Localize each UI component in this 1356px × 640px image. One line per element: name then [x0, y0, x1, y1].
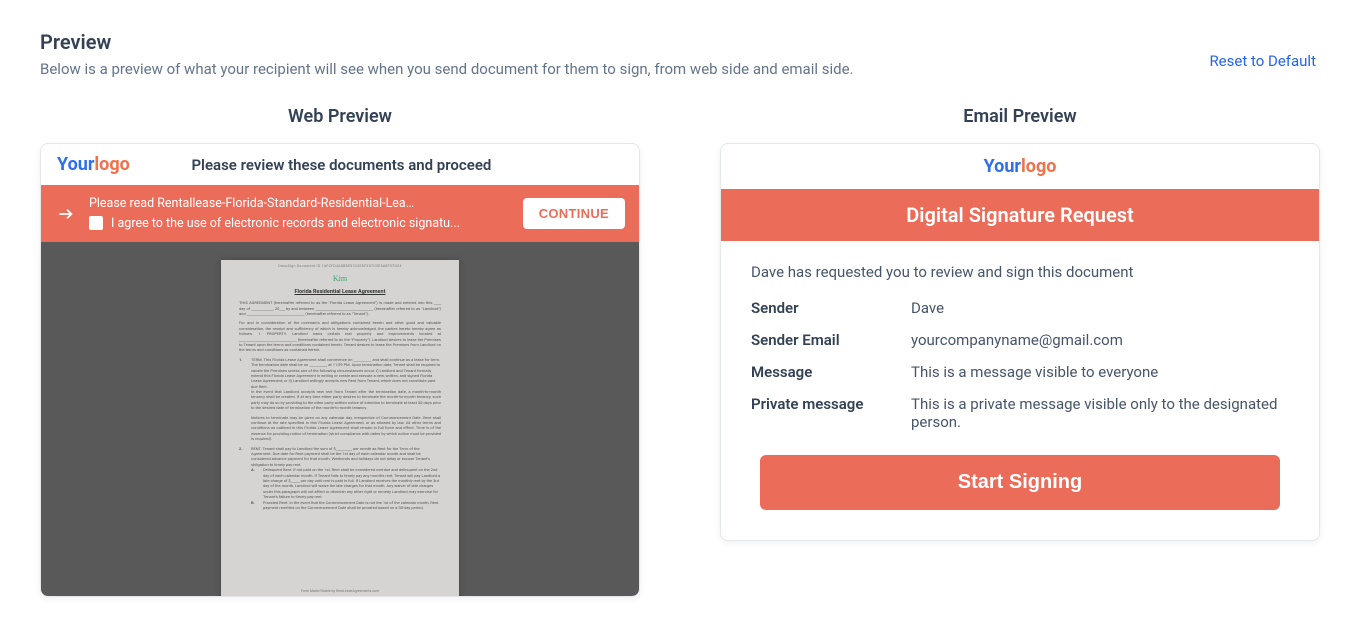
reset-to-default-link[interactable]: Reset to Default [1209, 52, 1316, 70]
sender-email-label: Sender Email [751, 331, 911, 349]
brand-logo: Yourlogo [984, 156, 1057, 177]
sender-value: Dave [911, 299, 1289, 317]
sender-email-value: yourcompanyname@gmail.com [911, 331, 1289, 349]
consent-checkbox[interactable] [89, 216, 103, 230]
header-left: Preview Below is a preview of what your … [40, 30, 854, 78]
sender-label: Sender [751, 299, 911, 317]
doc-p1: THIS AGREEMENT (hereinafter referred to … [239, 300, 441, 316]
doc-item-1: 1. TERM. This Florida Lease Agreement sh… [239, 357, 441, 389]
doc-n2: 2. [239, 446, 247, 468]
doc-signature: Kim [239, 274, 441, 285]
web-preview-title: Web Preview [40, 106, 640, 127]
consent-text: Please read Rentallease-Florida-Standard… [89, 195, 511, 232]
signature-request-bar: Digital Signature Request [721, 189, 1319, 241]
consent-line1: Please read Rentallease-Florida-Standard… [89, 195, 419, 213]
email-preview-column: Email Preview Yourlogo Digital Signature… [720, 106, 1320, 541]
doc-footer: Form Made Fillable by RentLeaseAgreement… [221, 589, 459, 594]
email-intro: Dave has requested you to review and sig… [751, 263, 1289, 281]
consent-line2: I agree to the use of electronic records… [89, 215, 511, 233]
doc-t1: TERM. This Florida Lease Agreement shall… [251, 357, 441, 389]
brand-your: Your [984, 156, 1021, 177]
doc-item-2: 2. RENT. Tenant shall pay to Landlord th… [239, 446, 441, 468]
consent-bar: Please read Rentallease-Florida-Standard… [41, 185, 639, 242]
doc-t3: Delinquent Rent. If not paid on the 1st,… [263, 467, 441, 499]
email-preview-card: Yourlogo Digital Signature Request Dave … [720, 143, 1320, 541]
document-page: DocuSign Document ID 1AFCFD4A8B8E51C3E8F… [221, 260, 459, 596]
web-preview-card: Yourlogo Please review these documents a… [40, 143, 640, 597]
doc-n3: A. [251, 467, 259, 499]
consent-agree-text: I agree to the use of electronic records… [111, 215, 460, 233]
preview-page: Preview Below is a preview of what your … [0, 0, 1356, 640]
doc-n1: 1. [239, 357, 247, 389]
doc-t2: RENT. Tenant shall pay to Landlord the s… [251, 446, 441, 468]
message-value: This is a message visible to everyone [911, 363, 1289, 381]
email-topbar: Yourlogo [721, 144, 1319, 189]
doc-t1c: Notices to terminate may be given on any… [251, 415, 441, 442]
email-preview-title: Email Preview [720, 106, 1320, 127]
email-body: Dave has requested you to review and sig… [721, 241, 1319, 540]
private-message-label: Private message [751, 395, 911, 431]
doc-item-4: B. Prorated Rent. In the event that the … [251, 500, 441, 511]
page-subtitle: Below is a preview of what your recipien… [40, 60, 854, 78]
row-sender: Sender Dave [751, 299, 1289, 317]
document-viewport: DocuSign Document ID 1AFCFD4A8B8E51C3E8F… [41, 242, 639, 596]
row-private-message: Private message This is a private messag… [751, 395, 1289, 431]
doc-meta: DocuSign Document ID 1AFCFD4A8B8E51C3E8F… [221, 264, 459, 269]
continue-button[interactable]: CONTINUE [523, 198, 625, 229]
doc-p2: For and in consideration of the covenant… [239, 320, 441, 352]
private-message-value: This is a private message visible only t… [911, 395, 1289, 431]
start-signing-button[interactable]: Start Signing [760, 455, 1280, 510]
web-topbar: Yourlogo Please review these documents a… [41, 144, 639, 185]
doc-n4: B. [251, 500, 259, 511]
web-review-title: Please review these documents and procee… [60, 156, 623, 174]
doc-heading: Florida Residential Lease Agreement [239, 289, 441, 296]
doc-t4: Prorated Rent. In the event that the Com… [263, 500, 441, 511]
arrow-right-icon [55, 203, 77, 225]
header-row: Preview Below is a preview of what your … [40, 30, 1316, 78]
preview-columns: Web Preview Yourlogo Please review these… [40, 106, 1316, 597]
row-message: Message This is a message visible to eve… [751, 363, 1289, 381]
brand-logo-text: logo [1021, 156, 1056, 177]
web-preview-column: Web Preview Yourlogo Please review these… [40, 106, 640, 597]
doc-item-3: A. Delinquent Rent. If not paid on the 1… [251, 467, 441, 499]
message-label: Message [751, 363, 911, 381]
row-sender-email: Sender Email yourcompanyname@gmail.com [751, 331, 1289, 349]
doc-t1b: In the event that Landlord accepts new r… [251, 389, 441, 411]
page-title: Preview [40, 30, 854, 54]
